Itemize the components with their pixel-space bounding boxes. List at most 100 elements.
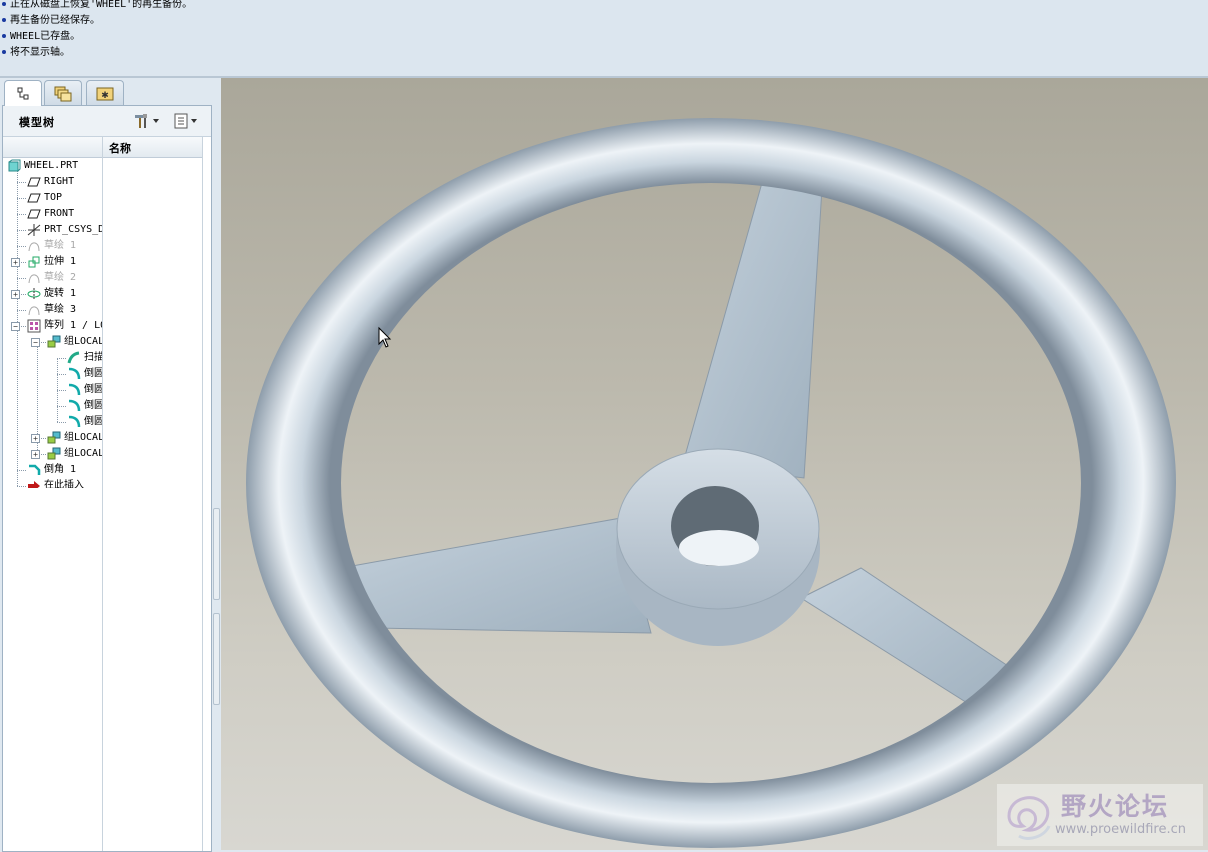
message-text: 正在从磁盘上恢复'WHEEL'的再生备份。	[10, 0, 193, 10]
tree-item[interactable]: 倒圆角 2	[67, 382, 102, 398]
collapse-icon[interactable]: −	[11, 322, 20, 331]
tree-column-header[interactable]: 名称	[3, 137, 203, 158]
tree-item-label: 组LOCAL_GROUP	[64, 448, 102, 459]
sketch-icon	[27, 303, 41, 317]
tree-show-button[interactable]	[173, 111, 197, 131]
tree-connector	[57, 374, 66, 375]
group-icon	[47, 447, 61, 461]
tree-item[interactable]: 倒圆角 1	[67, 366, 102, 382]
tree-item[interactable]: 组LOCAL_GROUP	[47, 446, 102, 462]
column-separator	[202, 137, 203, 851]
message-text: 将不显示轴。	[10, 47, 70, 58]
splitter-grip[interactable]	[213, 613, 220, 705]
graphics-window[interactable]	[221, 78, 1208, 850]
expand-icon[interactable]: +	[31, 450, 40, 459]
tree-item-label: 在此插入	[44, 480, 84, 488]
model-tree-panel: 模型树 名称 WHEEL.PRT RIGHT TOP FRONT PRT_CSY…	[2, 105, 212, 852]
tree-item[interactable]: 在此插入	[27, 478, 102, 488]
tree-item[interactable]: 组LOCAL_GROUP	[47, 334, 102, 350]
tree-connector	[17, 198, 26, 199]
wildfire-logo-icon	[1007, 796, 1051, 840]
chamfer-icon	[27, 463, 41, 477]
tree-connector	[17, 246, 26, 247]
tree-item-label: RIGHT	[44, 176, 75, 187]
round-icon	[67, 367, 81, 381]
message-bullet-icon	[2, 49, 6, 54]
tree-item[interactable]: 拉伸 1	[27, 254, 102, 270]
round-icon	[67, 415, 81, 429]
model-tree-header: 模型树	[3, 106, 211, 137]
tree-item[interactable]: 旋转 1	[27, 286, 102, 302]
tree-item-label: 草绘 2	[44, 272, 77, 283]
expand-icon[interactable]: +	[11, 258, 20, 267]
tab-folder-browser[interactable]	[44, 80, 82, 105]
watermark-title: 野火论坛	[1061, 792, 1170, 821]
message-bullet-icon	[2, 1, 6, 6]
message-line: 正在从磁盘上恢复'WHEEL'的再生备份。	[0, 0, 192, 13]
tree-item[interactable]: 阵列 1 / LOCAL_GROUP	[27, 318, 102, 334]
group-icon	[47, 431, 61, 445]
tree-item[interactable]: 草绘 3	[27, 302, 102, 318]
message-line: WHEEL已存盘。	[0, 29, 80, 45]
message-line: 再生备份已经保存。	[0, 13, 100, 29]
tree-item[interactable]: 扫描 1	[67, 350, 102, 366]
tree-item[interactable]: WHEEL.PRT	[7, 158, 102, 174]
tree-item[interactable]: RIGHT	[27, 174, 102, 190]
sketch-icon	[27, 239, 41, 253]
tab-favorites[interactable]: ✱	[86, 80, 124, 105]
revolve-icon	[27, 287, 41, 301]
spoke-left[interactable]	[340, 517, 652, 634]
tree-connector	[17, 310, 26, 311]
tree-item-label: PRT_CSYS_DEF	[44, 224, 102, 235]
spoke-upper[interactable]	[682, 157, 824, 479]
insert-arrow-icon	[27, 479, 41, 488]
tree-item-label: 倒圆角 2	[84, 384, 102, 395]
tree-settings-icon	[135, 114, 147, 128]
column-header-name: 名称	[109, 142, 131, 155]
watermark-url: www.proewildfire.cn	[1055, 822, 1186, 837]
tree-connector	[17, 278, 26, 279]
tree-item-label: 旋转 1	[44, 288, 77, 299]
chevron-down-icon	[191, 119, 197, 123]
splitter-grip[interactable]	[213, 508, 220, 600]
tree-item-label: TOP	[44, 192, 63, 203]
tree-item[interactable]: 倒圆角 3	[67, 398, 102, 414]
column-separator[interactable]	[102, 137, 103, 851]
collapse-icon[interactable]: −	[31, 338, 40, 347]
tree-item[interactable]: FRONT	[27, 206, 102, 222]
tree-item-label: 组LOCAL_GROUP	[64, 432, 102, 443]
steering-handwheel-3d-model[interactable]	[221, 78, 1208, 850]
datum-plane-icon	[27, 175, 41, 189]
tree-item[interactable]: PRT_CSYS_DEF	[27, 222, 102, 238]
navigator-splitter[interactable]	[212, 508, 220, 708]
tree-item[interactable]: TOP	[27, 190, 102, 206]
tree-item-label: 扫描 1	[84, 352, 102, 363]
forum-watermark: 野火论坛 www.proewildfire.cn	[997, 784, 1203, 846]
tree-item[interactable]: 组LOCAL_GROUP	[47, 430, 102, 446]
tree-connector	[17, 486, 26, 487]
model-tree-title: 模型树	[19, 116, 55, 129]
tree-item[interactable]: 草绘 2	[27, 270, 102, 286]
tree-item-label: 倒圆角 3	[84, 400, 102, 411]
tree-item[interactable]: 草绘 1	[27, 238, 102, 254]
expand-icon[interactable]: +	[11, 290, 20, 299]
expand-icon[interactable]: +	[31, 434, 40, 443]
tab-model-tree[interactable]	[4, 80, 42, 106]
tree-item-label: 倒圆角 4	[84, 416, 102, 427]
tree-item[interactable]: 倒圆角 4	[67, 414, 102, 430]
tree-connector	[57, 358, 66, 359]
csys-icon	[27, 223, 41, 237]
extrude-icon	[27, 255, 41, 269]
sketch-icon	[27, 271, 41, 285]
message-line: 将不显示轴。	[0, 45, 70, 61]
tree-connector	[57, 422, 66, 423]
hub-bore-inner	[679, 530, 759, 566]
tree-item-label: 倒角 1	[44, 464, 77, 475]
tree-settings-button[interactable]	[133, 111, 159, 131]
message-area: 正在从磁盘上恢复'WHEEL'的再生备份。 再生备份已经保存。 WHEEL已存盘…	[0, 0, 1208, 76]
part-icon	[7, 159, 21, 173]
tree-item[interactable]: 倒角 1	[27, 462, 102, 478]
tree-item-label: 拉伸 1	[44, 256, 77, 267]
tree-connector	[17, 182, 26, 183]
message-bullet-icon	[2, 17, 6, 22]
